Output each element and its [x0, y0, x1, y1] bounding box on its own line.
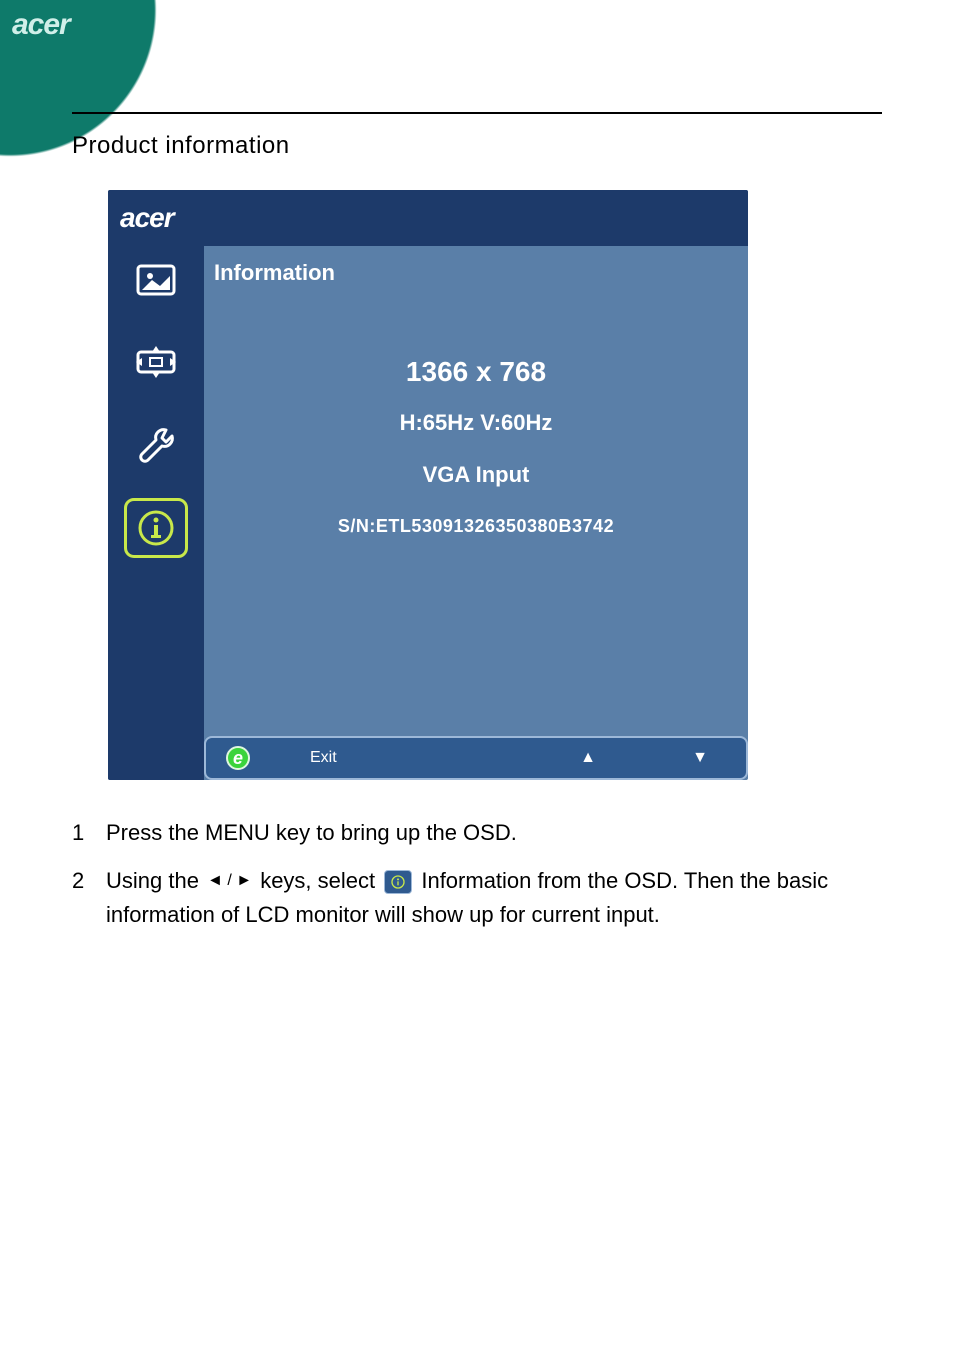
- osd-content: Information 1366 x 768 H:65Hz V:60Hz VGA…: [204, 246, 748, 736]
- osd-window: acer: [108, 190, 748, 780]
- osd-brand-logo: acer: [120, 202, 174, 234]
- osd-panel-title: Information: [214, 260, 738, 286]
- position-icon: [132, 338, 180, 386]
- osd-serial-number: S/N:ETL53091326350380B3742: [214, 516, 738, 537]
- osd-refresh-rate: H:65Hz V:60Hz: [214, 410, 738, 436]
- divider: [72, 112, 882, 114]
- up-arrow-button[interactable]: ▲: [580, 749, 596, 767]
- osd-tab-information[interactable]: [124, 498, 188, 558]
- picture-icon: [132, 256, 180, 304]
- osd-input-source: VGA Input: [214, 462, 738, 488]
- instruction-text: Using the ◄ / ► keys, select Information…: [106, 864, 882, 932]
- info-icon: [132, 504, 180, 552]
- left-right-arrows-icon: ◄ / ►: [207, 869, 252, 894]
- osd-tab-position[interactable]: [128, 334, 184, 390]
- osd-header: acer: [108, 190, 748, 246]
- instruction-item: 2 Using the ◄ / ► keys, select Informati…: [72, 864, 882, 932]
- info-icon-inline: [384, 870, 412, 894]
- instruction-number: 1: [72, 816, 106, 850]
- down-arrow-button[interactable]: ▼: [692, 749, 708, 767]
- section-title: Product information: [72, 132, 290, 160]
- osd-sidebar: [108, 246, 204, 736]
- osd-tab-picture[interactable]: [128, 252, 184, 308]
- eco-badge-icon[interactable]: e: [226, 746, 250, 770]
- instructions-list: 1 Press the MENU key to bring up the OSD…: [72, 816, 882, 946]
- instruction-item: 1 Press the MENU key to bring up the OSD…: [72, 816, 882, 850]
- osd-resolution: 1366 x 768: [214, 356, 738, 388]
- instruction-text: Press the MENU key to bring up the OSD.: [106, 816, 882, 850]
- brand-logo: acer: [12, 8, 70, 42]
- wrench-icon: [132, 420, 180, 468]
- osd-footer: e Exit ▲ ▼: [108, 736, 748, 780]
- exit-button[interactable]: Exit: [310, 749, 337, 767]
- osd-tab-settings[interactable]: [128, 416, 184, 472]
- instruction-number: 2: [72, 864, 106, 932]
